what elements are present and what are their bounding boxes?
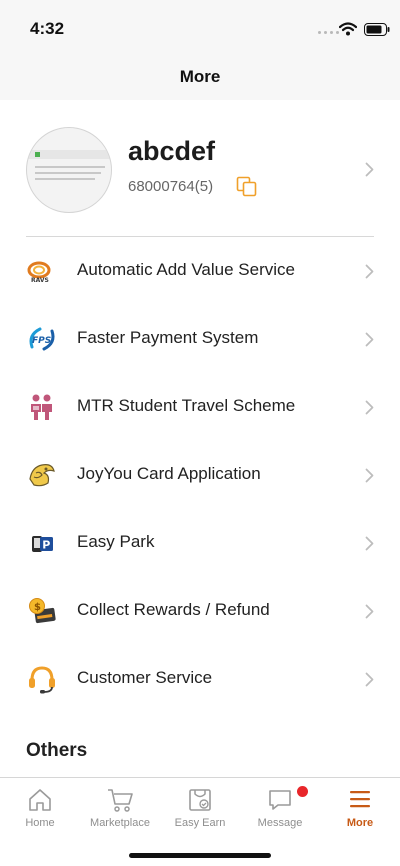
battery-icon bbox=[364, 23, 390, 36]
svg-text:$: $ bbox=[34, 602, 41, 613]
tab-marketplace[interactable]: Marketplace bbox=[80, 778, 160, 834]
member-id: 68000764(5) bbox=[128, 178, 214, 195]
aavs-icon: RAVS bbox=[27, 261, 51, 284]
tab-label: Easy Earn bbox=[174, 817, 226, 829]
svg-text:P: P bbox=[42, 539, 50, 552]
menu-icon bbox=[350, 791, 370, 808]
cart-icon bbox=[108, 789, 133, 812]
joyyou-card-icon bbox=[29, 464, 55, 487]
menu-item-easy-park[interactable]: P Easy Park bbox=[0, 509, 400, 577]
easy-park-icon: P bbox=[32, 536, 53, 552]
menu-item-joyyou-card[interactable]: JoyYou Card Application bbox=[0, 441, 400, 509]
menu-item-label: Collect Rewards / Refund bbox=[77, 600, 270, 619]
profile-card[interactable]: abcdef 68000764(5) bbox=[0, 100, 400, 238]
home-icon bbox=[29, 789, 51, 811]
chevron-right-icon bbox=[365, 400, 374, 415]
avatar[interactable] bbox=[26, 127, 112, 213]
others-section-title: Others bbox=[26, 740, 88, 761]
wifi-icon bbox=[339, 22, 357, 36]
menu-item-student-travel[interactable]: MTR Student Travel Scheme bbox=[0, 373, 400, 441]
rewards-refund-icon: $ bbox=[29, 598, 56, 624]
copy-icon[interactable] bbox=[236, 176, 258, 198]
menu-item-faster-payment[interactable]: FPS Faster Payment System bbox=[0, 305, 400, 373]
menu-item-label: Automatic Add Value Service bbox=[77, 260, 295, 279]
menu-item-label: Faster Payment System bbox=[77, 328, 259, 347]
tab-home[interactable]: Home bbox=[0, 778, 80, 834]
menu-item-label: JoyYou Card Application bbox=[77, 464, 261, 483]
tab-easy-earn[interactable]: Easy Earn bbox=[160, 778, 240, 834]
chevron-right-icon bbox=[365, 468, 374, 483]
menu-item-automatic-add-value[interactable]: RAVS Automatic Add Value Service bbox=[0, 237, 400, 305]
tab-label: Marketplace bbox=[90, 817, 150, 829]
menu-item-collect-rewards[interactable]: $ Collect Rewards / Refund bbox=[0, 577, 400, 645]
menu-item-label: MTR Student Travel Scheme bbox=[77, 396, 296, 415]
tab-bar: Home Marketplace Easy Earn Message More bbox=[0, 777, 400, 866]
notification-badge bbox=[297, 786, 308, 797]
student-travel-icon bbox=[31, 394, 52, 420]
nav-bar: More bbox=[0, 56, 400, 100]
menu-item-label: Customer Service bbox=[77, 668, 213, 687]
profile-name: abcdef bbox=[128, 136, 216, 166]
status-bar: 4:32 bbox=[0, 0, 400, 56]
chevron-right-icon bbox=[365, 264, 374, 279]
tab-label: More bbox=[346, 817, 374, 829]
tab-message[interactable]: Message bbox=[240, 778, 320, 834]
tab-label: Home bbox=[25, 817, 55, 829]
chevron-right-icon bbox=[365, 604, 374, 619]
home-indicator bbox=[129, 853, 271, 858]
bag-icon bbox=[189, 789, 211, 811]
signal-dots-icon bbox=[318, 31, 339, 34]
menu-item-customer-service[interactable]: Customer Service bbox=[0, 645, 400, 713]
chevron-right-icon bbox=[365, 672, 374, 687]
chat-icon bbox=[269, 790, 291, 810]
headset-icon bbox=[29, 666, 55, 694]
status-time: 4:32 bbox=[30, 19, 65, 38]
tab-label: Message bbox=[257, 817, 303, 829]
svg-text:RAVS: RAVS bbox=[31, 277, 49, 284]
chevron-right-icon bbox=[365, 332, 374, 347]
svg-text:FPS: FPS bbox=[32, 336, 51, 346]
menu-item-label: Easy Park bbox=[77, 532, 155, 551]
fps-icon: FPS bbox=[29, 327, 55, 351]
page-title: More bbox=[179, 67, 221, 86]
tab-more[interactable]: More bbox=[320, 778, 400, 834]
chevron-right-icon bbox=[365, 162, 374, 177]
chevron-right-icon bbox=[365, 536, 374, 551]
